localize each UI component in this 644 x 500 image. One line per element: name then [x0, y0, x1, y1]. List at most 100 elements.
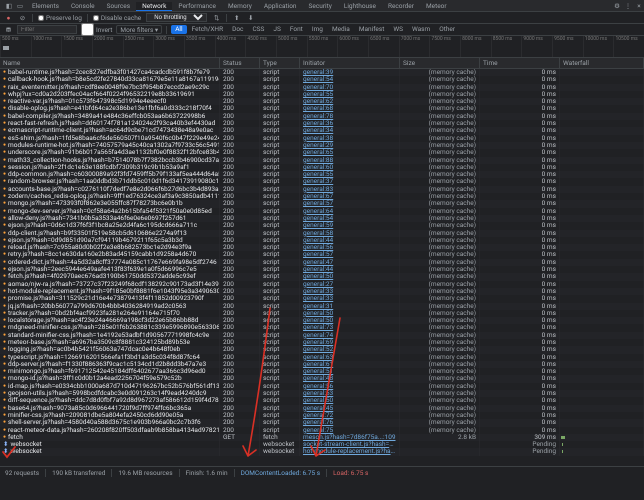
cell-name[interactable]: ●meteor-base.js?hash=a6967ba3509c8f8881c… [0, 339, 220, 346]
table-row[interactable]: ●fetch.js?hash=4f02970aec676ad3190b61750… [0, 273, 644, 280]
table-row[interactable]: ●accounts-base.js?hash=c0276110f7dedf7e8… [0, 186, 644, 193]
col-status[interactable]: Status [220, 58, 260, 68]
cell-initiator[interactable]: general:74 [300, 332, 400, 339]
table-row[interactable]: ●standard-minifier-css.js?hash=1e4192e53… [0, 332, 644, 339]
table-row[interactable]: ●retry.js?hash=8cc1e630da160e2b83ad45159… [0, 251, 644, 258]
col-waterfall[interactable]: Waterfall [560, 58, 644, 68]
cell-initiator[interactable]: general:29 [300, 142, 400, 149]
cell-initiator[interactable]: general:72 [300, 412, 400, 419]
filter-icon[interactable]: ⛃ [4, 26, 13, 34]
tab-security[interactable]: Security [303, 2, 338, 10]
cell-name[interactable]: ●diff-sequence.js?hash=ddc7d8d0fbf7a92d8… [0, 397, 220, 404]
table-row[interactable]: ●shell-server.js?hash=4580d40a588d3675c1… [0, 419, 644, 426]
cell-name[interactable]: ●promise.js?hash=311529c21d16e4e73879413… [0, 295, 220, 302]
table-row[interactable]: ●allow-deny.js?hash=7341b0b5a3533a46f6e0… [0, 215, 644, 222]
cell-name[interactable]: ●ejson.js?hash=2eec5944e649aafe413f83f63… [0, 266, 220, 273]
cell-name[interactable]: ●typescript.js?hash=1266916201566efa1f3b… [0, 354, 220, 361]
cell-initiator[interactable]: general:50 [300, 397, 400, 404]
cell-initiator[interactable]: general:59 [300, 222, 400, 229]
cell-initiator[interactable]: general:57 [300, 200, 400, 207]
table-row[interactable]: ●react-fast-refresh.js?hash=dd60174f781a… [0, 120, 644, 127]
table-row[interactable]: ●mongo-dev-server.js?hash=0cf58a64a2b615… [0, 208, 644, 215]
cell-initiator[interactable]: general:36 [300, 120, 400, 127]
table-row[interactable]: ●jq.js?hash=20bb56077a799d670b4bbb403628… [0, 303, 644, 310]
cell-initiator[interactable]: general:33 [300, 295, 400, 302]
type-manifest[interactable]: Manifest [355, 25, 389, 34]
col-name[interactable]: Name [0, 58, 220, 68]
tab-recorder[interactable]: Recorder [382, 2, 420, 10]
table-row[interactable]: ●mongo.js?hash=473393f0f862e3e055ffc87f7… [0, 200, 644, 207]
more-icon[interactable]: ⋮ [623, 2, 633, 10]
cell-name[interactable]: ●aomao/njw-ra.js?hash=73727c37f23249f68c… [0, 281, 220, 288]
cell-initiator[interactable]: hot-module-replacement.js?hash=9f185e0..… [300, 448, 400, 455]
table-row[interactable]: ●math33_collection-hooks.js?hash=b751407… [0, 157, 644, 164]
table-row[interactable]: ●ejson.js?hash=0d6c1d37f6f3f1bc8a25e2d4f… [0, 222, 644, 229]
cell-initiator[interactable]: general:63 [300, 354, 400, 361]
table-row[interactable]: ●reload.js?hash=7c955a80d0b02f2e3e8b6825… [0, 244, 644, 251]
cell-name[interactable]: ●standard-minifier-css.js?hash=1e4192e53… [0, 332, 220, 339]
type-img[interactable]: Img [308, 25, 327, 34]
throttling-select[interactable]: No throttling [146, 13, 207, 22]
cell-initiator[interactable]: general:51 [300, 368, 400, 375]
cell-initiator[interactable]: general:60 [300, 164, 400, 171]
type-css[interactable]: CSS [248, 25, 268, 34]
col-initiator[interactable]: Initiator [300, 58, 400, 68]
invert-checkbox[interactable]: Invert [81, 23, 112, 36]
table-row[interactable]: ●id-map.js?hash=e0334cbb1000a687d710d471… [0, 383, 644, 390]
cell-initiator[interactable]: general:44 [300, 237, 400, 244]
cell-name[interactable]: ●random-browser.js?hash=1aa0ddbd3b71ddb5… [0, 178, 220, 185]
clear-icon[interactable]: ⊘ [18, 14, 27, 22]
cell-initiator[interactable]: socket-stream-client.js?hash=96f318f8...… [300, 441, 400, 448]
cell-initiator[interactable]: general:50 [300, 273, 400, 280]
table-row[interactable]: ●disable-oplog.js?hash=e41bfd64ca2e386be… [0, 105, 644, 112]
cell-name[interactable]: ●ddp-common.js?hash=c60300089a92f3fd7459… [0, 171, 220, 178]
table-row[interactable]: ●logging.js?hash=ac0b4b5421f56063a747dca… [0, 346, 644, 353]
cell-initiator[interactable]: general:31 [300, 303, 400, 310]
cell-initiator[interactable]: general:45 [300, 405, 400, 412]
table-row[interactable]: ●localstorage.js?hash=ac4f23e24a46669a19… [0, 317, 644, 324]
cell-name[interactable]: ●base64.js?hash=9073a85c0d6966441720f9d7… [0, 405, 220, 412]
cell-initiator[interactable]: general:34 [300, 127, 400, 134]
table-row[interactable]: ●callback-hook.js?hash=b8e5cd2fe27840d33… [0, 76, 644, 83]
tab-elements[interactable]: Elements [26, 2, 65, 10]
cell-name[interactable]: ●logging.js?hash=ac0b4b5421f56063a747dca… [0, 346, 220, 353]
cell-initiator[interactable]: general:64 [300, 208, 400, 215]
table-row[interactable]: ●zodern/caches_redis-oplog.js?hash=9ff1e… [0, 193, 644, 200]
cell-name[interactable]: ●babel-runtime.js?hash=2cec827edfba3f014… [0, 69, 220, 76]
table-row[interactable]: ●session.js?hash=2f1dc1e63e188fcdbf7309b… [0, 164, 644, 171]
cell-name[interactable]: ●react-fast-refresh.js?hash=dd60174f781a… [0, 120, 220, 127]
cell-initiator[interactable]: general:78 [300, 113, 400, 120]
upload-icon[interactable]: ⬆ [232, 14, 241, 22]
cell-name[interactable]: ●mongo-dev-server.js?hash=0cf58a64a2b615… [0, 208, 220, 215]
filter-input[interactable] [17, 25, 77, 34]
timeline-overview[interactable]: 500 ms1000 ms1500 ms2000 ms2500 ms3000 m… [0, 36, 644, 58]
cell-name[interactable]: ●react-meteor-data.js?hash=260208f820ff5… [0, 427, 220, 434]
cell-initiator[interactable]: general:44 [300, 266, 400, 273]
cell-name[interactable]: ●geojson-utils.js?hash=5998bcdfdcabc3e0d… [0, 390, 220, 397]
cell-initiator[interactable]: general:27 [300, 281, 400, 288]
cell-initiator[interactable]: general:53 [300, 390, 400, 397]
table-row[interactable]: ●ordered-dict.js?hash=4a5d32a8cff37774a0… [0, 259, 644, 266]
table-row[interactable]: ●hot-module-replacement.js?hash=9f185e0b… [0, 288, 644, 295]
table-row[interactable]: ●typescript.js?hash=1266916201566efa1f3b… [0, 354, 644, 361]
cell-initiator[interactable]: general:76 [300, 419, 400, 426]
cell-name[interactable]: ●shell-server.js?hash=4580d40a588d3675c1… [0, 419, 220, 426]
type-wasm[interactable]: Wasm [408, 25, 434, 34]
table-row[interactable]: ●ejson.js?hash=2eec5944e649aafe413f83f63… [0, 266, 644, 273]
table-row[interactable]: ●ddp-client.js?hash=b9f33501f519e58cb5d6… [0, 230, 644, 237]
tab-meteor[interactable]: Meteor [420, 2, 453, 10]
cell-initiator[interactable]: general:83 [300, 186, 400, 193]
cell-name[interactable]: ●reactive-var.js?hash=01c573f647398c5d19… [0, 98, 220, 105]
cell-name[interactable]: ●jq.js?hash=20bb56077a799d670b4bbb403628… [0, 303, 220, 310]
cell-initiator[interactable]: general:48 [300, 375, 400, 382]
table-row[interactable]: ●raix_eventemitter.js?hash=cdf8ee0048f9e… [0, 84, 644, 91]
cell-initiator[interactable]: general:55 [300, 171, 400, 178]
cell-initiator[interactable]: meson.js?hash=7d86f75a...:109 [300, 434, 400, 441]
cell-initiator[interactable]: general:56 [300, 383, 400, 390]
more-filters[interactable]: More filters ▾ [116, 25, 162, 34]
table-row[interactable]: ●random-browser.js?hash=1aa0ddbd3b71ddb5… [0, 178, 644, 185]
cell-name[interactable]: ●disable-oplog.js?hash=e41bfd64ca2e386be… [0, 105, 220, 112]
table-row[interactable]: ⬍websocketwebsockethot-module-replacemen… [0, 448, 644, 455]
cell-initiator[interactable]: general:88 [300, 157, 400, 164]
cell-name[interactable]: ●allow-deny.js?hash=7341b0b5a3533a46f6e0… [0, 215, 220, 222]
